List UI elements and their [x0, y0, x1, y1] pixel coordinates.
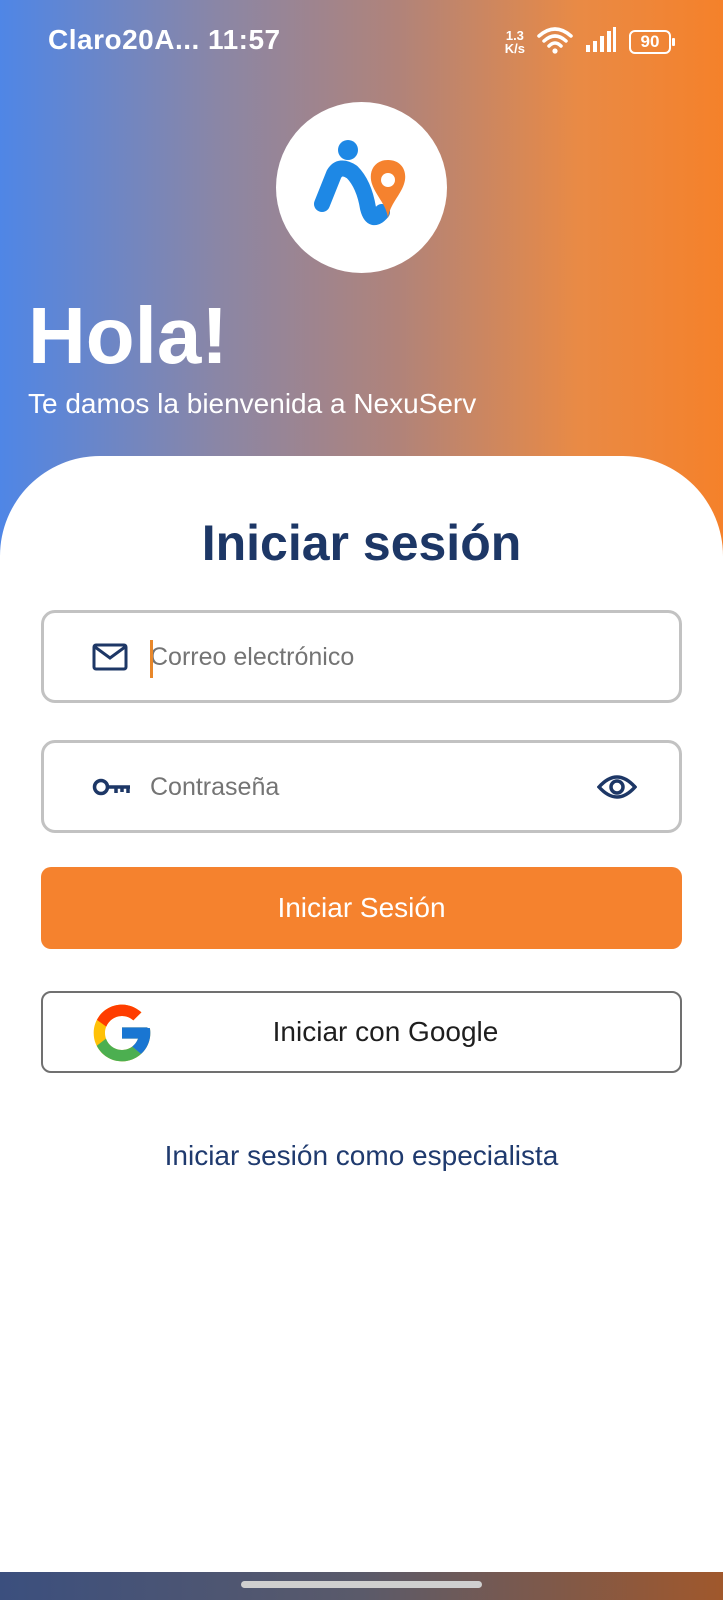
password-field[interactable] [41, 740, 682, 833]
login-title: Iniciar sesión [201, 515, 522, 571]
status-icons: 1.3 K/s 90 [505, 22, 675, 62]
email-field[interactable] [41, 610, 682, 703]
mail-icon [92, 643, 128, 671]
home-gesture-handle[interactable] [241, 1581, 482, 1588]
greeting-heading: Hola! [28, 291, 228, 380]
signal-icon [585, 26, 617, 58]
status-bar: Claro20A... 11:57 1.3 K/s 90 [0, 0, 723, 84]
login-button-label: Iniciar Sesión [277, 892, 446, 923]
eye-icon[interactable] [597, 773, 637, 801]
app-logo [276, 102, 447, 273]
specialist-login-link[interactable]: Iniciar sesión como especialista [0, 1140, 723, 1172]
wifi-icon [537, 26, 573, 59]
status-carrier-time: Claro20A... 11:57 [48, 24, 281, 55]
network-speed: 1.3 K/s [505, 29, 525, 55]
google-signin-button[interactable]: Iniciar con Google [41, 991, 682, 1073]
password-input[interactable] [150, 761, 570, 813]
battery-level: 90 [640, 32, 660, 51]
battery-icon: 90 [629, 30, 675, 54]
key-icon [92, 776, 132, 798]
login-button[interactable]: Iniciar Sesión [41, 867, 682, 949]
network-speed-unit: K/s [504, 41, 525, 56]
google-signin-label: Iniciar con Google [272, 1016, 499, 1047]
text-cursor [150, 640, 153, 678]
nexuserv-logo-icon [313, 139, 405, 225]
welcome-text: Te damos la bienvenida a NexuServ [28, 388, 477, 419]
email-input[interactable] [150, 631, 570, 683]
